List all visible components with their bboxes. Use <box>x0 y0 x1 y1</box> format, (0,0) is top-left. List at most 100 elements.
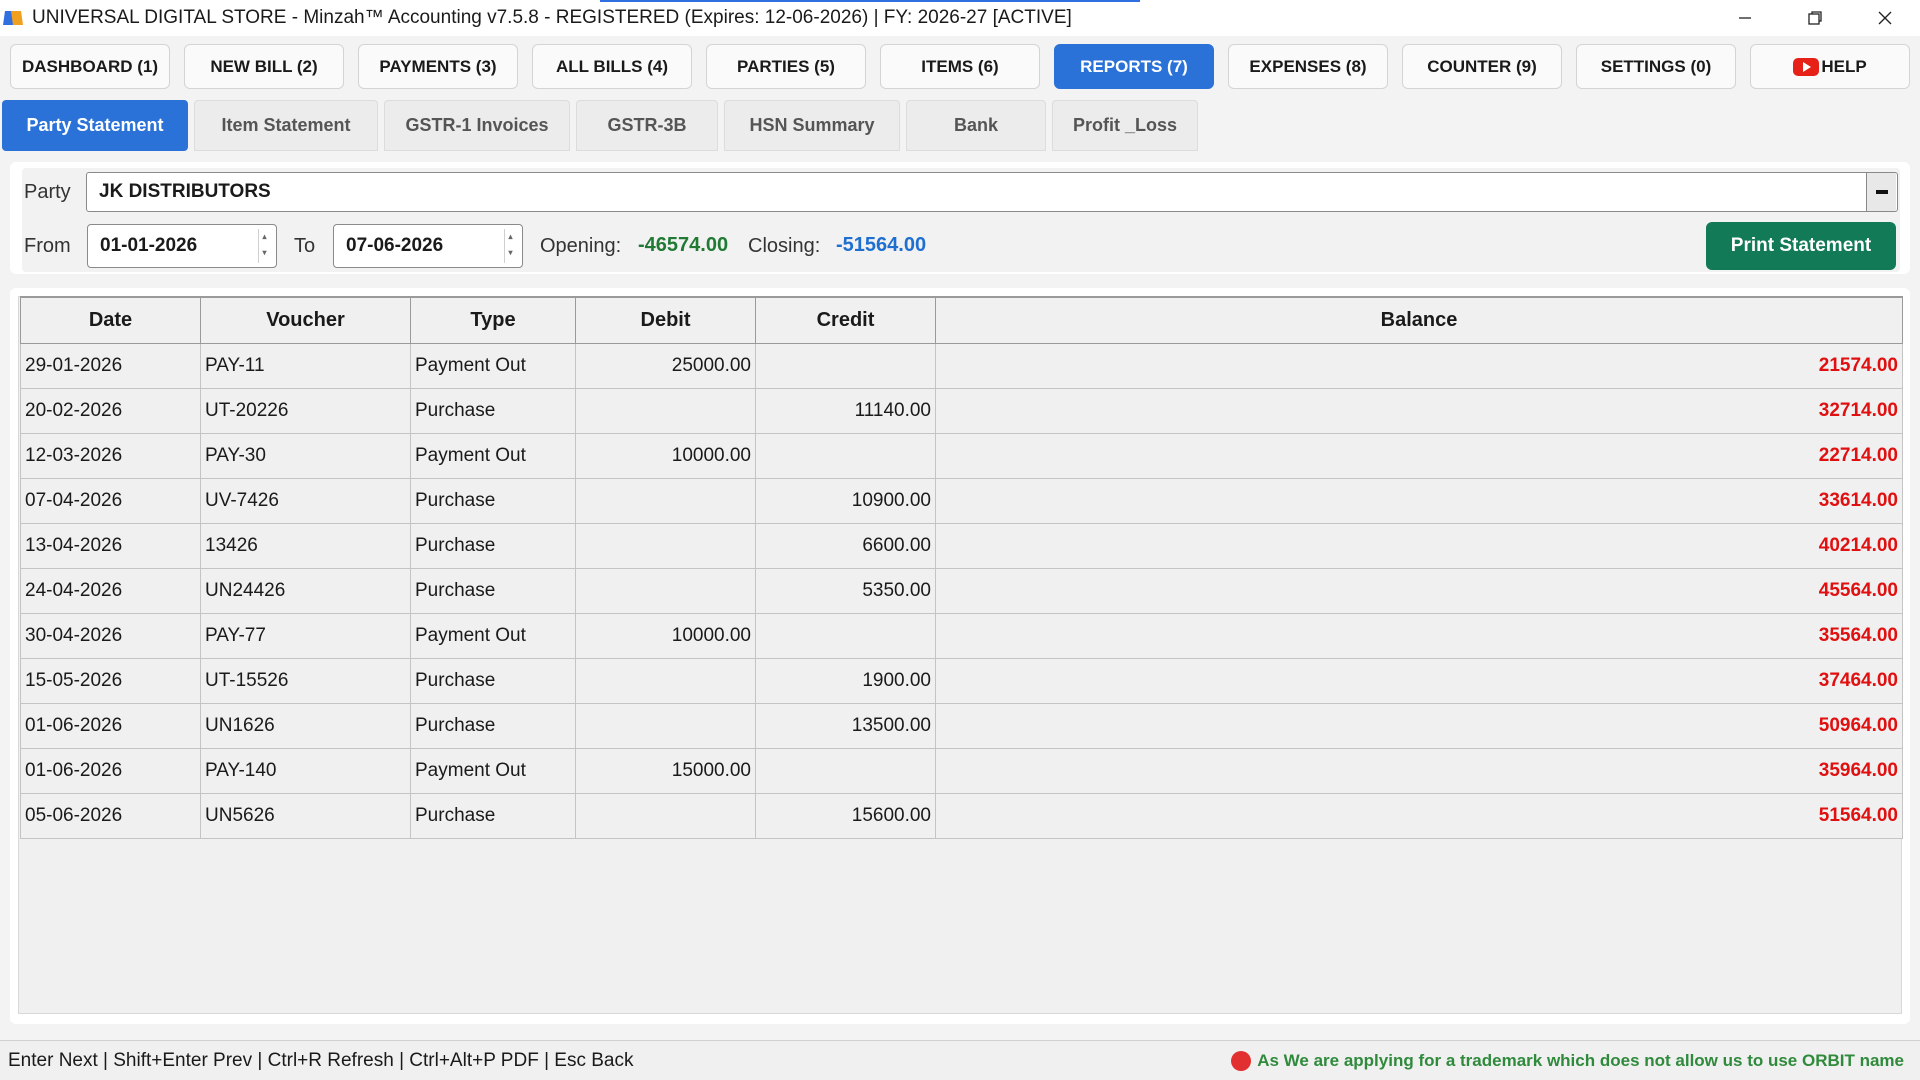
cell-type[interactable]: Purchase <box>410 477 576 524</box>
cell-credit[interactable]: 10900.00 <box>755 477 936 524</box>
cell-voucher[interactable]: UN24426 <box>200 567 411 614</box>
cell-date[interactable]: 24-04-2026 <box>20 567 201 614</box>
subtab-party-statement[interactable]: Party Statement <box>2 100 188 151</box>
cell-credit[interactable] <box>755 612 936 659</box>
tab-parties[interactable]: PARTIES (5) <box>706 44 866 89</box>
cell-type[interactable]: Payment Out <box>410 342 576 389</box>
cell-debit[interactable] <box>575 702 756 749</box>
cell-date[interactable]: 15-05-2026 <box>20 657 201 704</box>
cell-date[interactable]: 05-06-2026 <box>20 792 201 839</box>
tab-expenses[interactable]: EXPENSES (8) <box>1228 44 1388 89</box>
cell-credit[interactable]: 6600.00 <box>755 522 936 569</box>
cell-type[interactable]: Payment Out <box>410 747 576 794</box>
table-row[interactable]: 13-04-2026 13426 Purchase 6600.00 40214.00 <box>20 522 1903 569</box>
cell-balance[interactable]: 35564.00 <box>935 612 1903 659</box>
cell-balance[interactable]: 51564.00 <box>935 792 1903 839</box>
cell-credit[interactable]: 15600.00 <box>755 792 936 839</box>
cell-type[interactable]: Payment Out <box>410 612 576 659</box>
tab-items[interactable]: ITEMS (6) <box>880 44 1040 89</box>
tab-payments[interactable]: PAYMENTS (3) <box>358 44 518 89</box>
cell-debit[interactable] <box>575 522 756 569</box>
cell-voucher[interactable]: UN1626 <box>200 702 411 749</box>
restore-icon[interactable] <box>1780 0 1850 36</box>
cell-balance[interactable]: 50964.00 <box>935 702 1903 749</box>
cell-debit[interactable]: 25000.00 <box>575 342 756 389</box>
cell-debit[interactable] <box>575 567 756 614</box>
cell-date[interactable]: 12-03-2026 <box>20 432 201 479</box>
cell-credit[interactable]: 11140.00 <box>755 387 936 434</box>
cell-balance[interactable]: 45564.00 <box>935 567 1903 614</box>
table-row[interactable]: 07-04-2026 UV-7426 Purchase 10900.00 33614.0… <box>20 477 1903 524</box>
tab-dashboard[interactable]: DASHBOARD (1) <box>10 44 170 89</box>
cell-balance[interactable]: 33614.00 <box>935 477 1903 524</box>
table-row[interactable]: 20-02-2026 UT-20226 Purchase 11140.00 32714.… <box>20 387 1903 434</box>
subtab-gstr1-invoices[interactable]: GSTR-1 Invoices <box>384 100 570 151</box>
table-row[interactable]: 15-05-2026 UT-15526 Purchase 1900.00 37464.0… <box>20 657 1903 704</box>
cell-voucher[interactable]: UT-20226 <box>200 387 411 434</box>
cell-voucher[interactable]: UV-7426 <box>200 477 411 524</box>
cell-balance[interactable]: 21574.00 <box>935 342 1903 389</box>
cell-balance[interactable]: 40214.00 <box>935 522 1903 569</box>
col-credit[interactable]: Credit <box>755 296 936 344</box>
subtab-gstr3b[interactable]: GSTR-3B <box>576 100 718 151</box>
cell-credit[interactable]: 1900.00 <box>755 657 936 704</box>
cell-type[interactable]: Purchase <box>410 387 576 434</box>
cell-voucher[interactable]: UN5626 <box>200 792 411 839</box>
col-debit[interactable]: Debit <box>575 296 756 344</box>
table-row[interactable]: 30-04-2026 PAY-77 Payment Out 10000.00 35564… <box>20 612 1903 659</box>
cell-type[interactable]: Purchase <box>410 657 576 704</box>
cell-voucher[interactable]: UT-15526 <box>200 657 411 704</box>
cell-date[interactable]: 01-06-2026 <box>20 747 201 794</box>
close-icon[interactable] <box>1850 0 1920 36</box>
table-row[interactable]: 29-01-2026 PAY-11 Payment Out 25000.00 21574… <box>20 342 1903 389</box>
cell-voucher[interactable]: PAY-30 <box>200 432 411 479</box>
cell-date[interactable]: 01-06-2026 <box>20 702 201 749</box>
party-select[interactable]: JK DISTRIBUTORS <box>86 172 1898 212</box>
cell-type[interactable]: Payment Out <box>410 432 576 479</box>
cell-debit[interactable]: 15000.00 <box>575 747 756 794</box>
col-date[interactable]: Date <box>20 296 201 344</box>
col-type[interactable]: Type <box>410 296 576 344</box>
cell-credit[interactable] <box>755 432 936 479</box>
cell-date[interactable]: 20-02-2026 <box>20 387 201 434</box>
table-row[interactable]: 12-03-2026 PAY-30 Payment Out 10000.00 22714… <box>20 432 1903 479</box>
cell-debit[interactable] <box>575 477 756 524</box>
subtab-profit-loss[interactable]: Profit _Loss <box>1052 100 1198 151</box>
cell-debit[interactable]: 10000.00 <box>575 612 756 659</box>
cell-type[interactable]: Purchase <box>410 522 576 569</box>
cell-voucher[interactable]: PAY-11 <box>200 342 411 389</box>
subtab-item-statement[interactable]: Item Statement <box>194 100 378 151</box>
to-date-spinner-icon[interactable]: ▴ ▾ <box>504 229 516 263</box>
col-voucher[interactable]: Voucher <box>200 296 411 344</box>
print-statement-button[interactable]: Print Statement <box>1706 222 1896 270</box>
tab-counter[interactable]: COUNTER (9) <box>1402 44 1562 89</box>
table-row[interactable]: 01-06-2026 UN1626 Purchase 13500.00 50964.00 <box>20 702 1903 749</box>
from-date-spinner-icon[interactable]: ▴ ▾ <box>258 229 270 263</box>
cell-type[interactable]: Purchase <box>410 702 576 749</box>
col-balance[interactable]: Balance <box>935 296 1903 344</box>
subtab-bank[interactable]: Bank <box>906 100 1046 151</box>
cell-credit[interactable]: 13500.00 <box>755 702 936 749</box>
cell-credit[interactable]: 5350.00 <box>755 567 936 614</box>
cell-debit[interactable] <box>575 792 756 839</box>
cell-voucher[interactable]: 13426 <box>200 522 411 569</box>
from-date-input[interactable]: 01-01-2026 ▴ ▾ <box>87 224 277 268</box>
to-date-input[interactable]: 07-06-2026 ▴ ▾ <box>333 224 523 268</box>
table-row[interactable]: 24-04-2026 UN24426 Purchase 5350.00 45564.00 <box>20 567 1903 614</box>
tab-settings[interactable]: SETTINGS (0) <box>1576 44 1736 89</box>
cell-balance[interactable]: 37464.00 <box>935 657 1903 704</box>
cell-credit[interactable] <box>755 342 936 389</box>
cell-balance[interactable]: 22714.00 <box>935 432 1903 479</box>
cell-voucher[interactable]: PAY-140 <box>200 747 411 794</box>
cell-type[interactable]: Purchase <box>410 567 576 614</box>
minimize-icon[interactable] <box>1710 0 1780 36</box>
subtab-hsn-summary[interactable]: HSN Summary <box>724 100 900 151</box>
tab-new-bill[interactable]: NEW BILL (2) <box>184 44 344 89</box>
party-dropdown-button[interactable] <box>1866 173 1896 211</box>
cell-balance[interactable]: 35964.00 <box>935 747 1903 794</box>
cell-date[interactable]: 29-01-2026 <box>20 342 201 389</box>
help-button[interactable]: HELP <box>1750 44 1910 89</box>
table-row[interactable]: 01-06-2026 PAY-140 Payment Out 15000.00 3596… <box>20 747 1903 794</box>
cell-date[interactable]: 07-04-2026 <box>20 477 201 524</box>
tab-all-bills[interactable]: ALL BILLS (4) <box>532 44 692 89</box>
